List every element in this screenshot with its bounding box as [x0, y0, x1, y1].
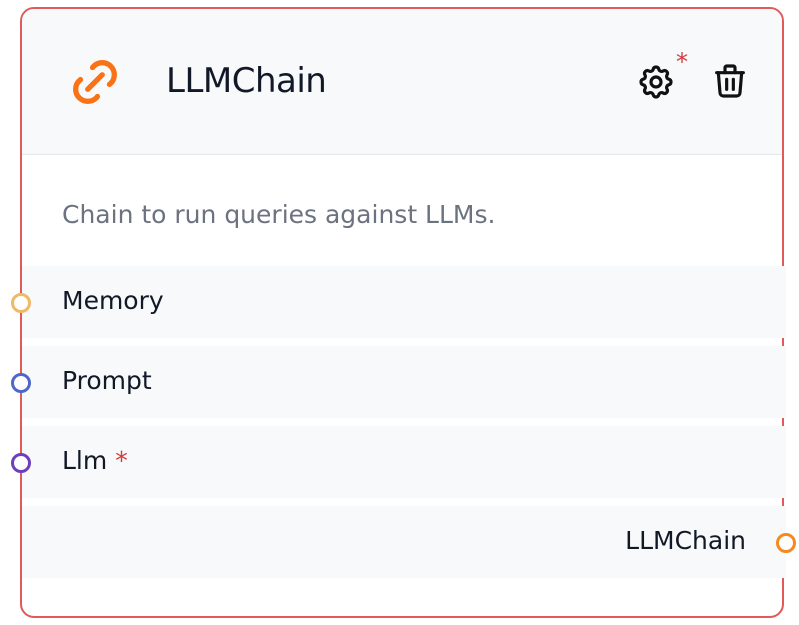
llmchain-node[interactable]: LLMChain * Chain to run queries against …: [20, 7, 786, 618]
input-handle-memory[interactable]: [11, 293, 31, 313]
node-header: LLMChain *: [22, 9, 782, 155]
input-label-memory: Memory: [62, 286, 164, 315]
node-title: LLMChain: [166, 61, 327, 101]
input-row-llm: Llm *: [22, 426, 786, 498]
chain-link-icon: [73, 60, 117, 104]
output-row-llmchain: LLMChain: [22, 506, 786, 578]
node-description: Chain to run queries against LLMs.: [62, 200, 496, 229]
trash-icon[interactable]: [710, 60, 750, 102]
input-label-prompt: Prompt: [62, 366, 152, 395]
input-row-memory: Memory: [22, 266, 786, 338]
gear-icon[interactable]: [636, 62, 676, 102]
input-handle-prompt[interactable]: [11, 373, 31, 393]
settings-required-marker: *: [676, 48, 688, 76]
required-marker: *: [115, 446, 128, 475]
input-label-llm: Llm *: [62, 445, 128, 477]
input-row-prompt: Prompt: [22, 346, 786, 418]
output-handle-llmchain[interactable]: [776, 533, 796, 553]
input-handle-llm[interactable]: [11, 453, 31, 473]
output-label-llmchain: LLMChain: [625, 526, 746, 555]
input-label-llm-text: Llm: [62, 446, 108, 475]
